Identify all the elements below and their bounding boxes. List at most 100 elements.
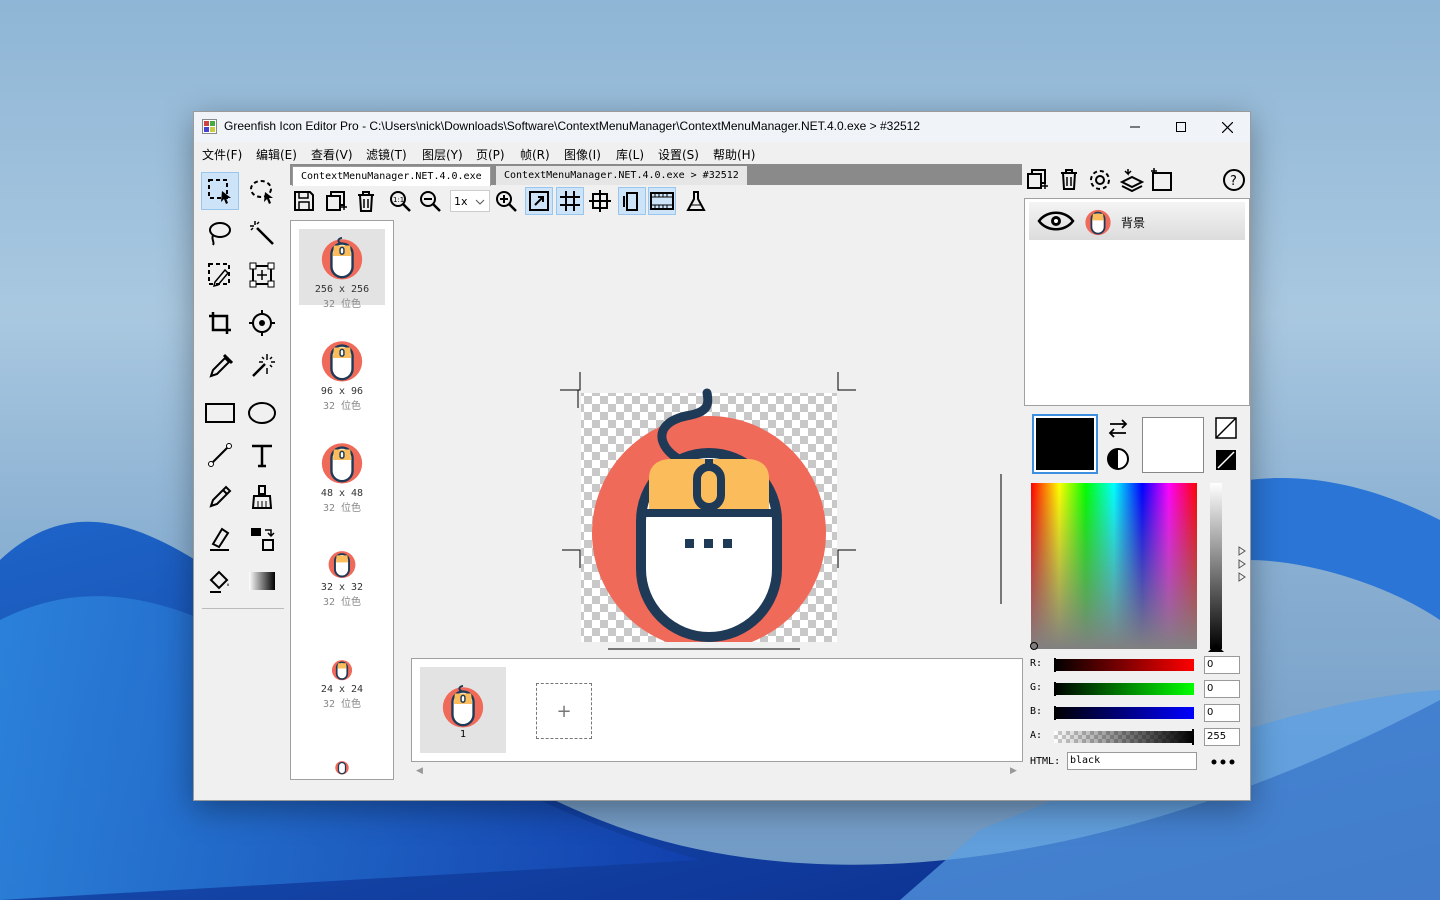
red-input[interactable]: 0 (1204, 656, 1240, 674)
drawing-canvas[interactable] (400, 216, 1006, 650)
trash-icon (358, 191, 374, 212)
rectangle-tool[interactable] (201, 394, 239, 432)
add-frame-button[interactable]: + (536, 683, 592, 739)
menu-edit[interactable]: 编辑(E) (256, 146, 297, 163)
eyedropper-tool[interactable] (201, 346, 239, 384)
menu-page[interactable]: 页(P) (476, 146, 505, 163)
merge-layer-button[interactable] (1119, 168, 1150, 194)
delete-layer-button[interactable] (1058, 168, 1088, 194)
alpha-slider[interactable] (1054, 731, 1194, 743)
layer-properties-button[interactable] (1150, 168, 1180, 194)
zoom-actual-button[interactable]: 1:1 (386, 187, 414, 215)
text-tool[interactable] (243, 436, 281, 474)
crop-tool[interactable] (201, 304, 239, 342)
green-input[interactable]: 0 (1204, 680, 1240, 698)
grid-icon (560, 191, 580, 211)
size-item[interactable]: 256 x 256 32 位色 (299, 229, 385, 310)
swap-colors-tool[interactable] (243, 520, 281, 558)
pages-toggle[interactable] (618, 187, 646, 215)
primary-color-swatch[interactable] (1032, 414, 1098, 474)
size-item[interactable]: 32 x 32 32 位色 (299, 535, 385, 611)
pencil-select-tool[interactable] (201, 256, 239, 294)
menu-frame[interactable]: 帧(R) (520, 146, 550, 163)
palette-expand-arrows[interactable] (1238, 546, 1246, 586)
fit-window-toggle[interactable] (525, 187, 553, 215)
ellipse-tool[interactable] (243, 394, 281, 432)
contrast-icon[interactable] (1106, 447, 1130, 471)
alpha-label: A: (1030, 730, 1043, 741)
chevron-down-icon (475, 199, 485, 205)
scroll-right-arrow[interactable]: ▶ (1010, 766, 1017, 776)
zoom-in-button[interactable] (492, 187, 520, 215)
lasso-tool[interactable] (201, 214, 239, 252)
size-item[interactable]: 96 x 96 32 位色 (299, 331, 385, 412)
size-item[interactable]: 48 x 48 32 位色 (299, 433, 385, 514)
swap-colors-icon[interactable] (1106, 418, 1130, 440)
blue-slider[interactable] (1054, 707, 1194, 719)
menu-file[interactable]: 文件(F) (202, 146, 242, 163)
test-button[interactable] (682, 187, 710, 215)
app-icon (202, 119, 217, 134)
brush-tool[interactable] (243, 478, 281, 516)
eye-icon[interactable] (1037, 210, 1075, 232)
pencil-tool[interactable] (201, 478, 239, 516)
svg-text:?: ? (1230, 174, 1237, 189)
red-slider[interactable] (1054, 659, 1194, 671)
scroll-left-arrow[interactable]: ◀ (416, 766, 423, 776)
canvas-scrollbar-vertical[interactable] (1000, 474, 1002, 604)
blue-input[interactable]: 0 (1204, 704, 1240, 722)
fill-tool[interactable] (201, 562, 239, 600)
menu-filter[interactable]: 滤镜(T) (366, 146, 407, 163)
new-layer-button[interactable] (1026, 168, 1056, 194)
secondary-color-swatch[interactable] (1142, 417, 1204, 473)
menu-library[interactable]: 库(L) (616, 146, 644, 163)
minimize-button[interactable] (1112, 112, 1158, 142)
green-slider[interactable] (1054, 683, 1194, 695)
canvas-scrollbar-horizontal[interactable] (608, 648, 800, 650)
gradient-tool[interactable] (243, 562, 281, 600)
frames-toggle[interactable] (648, 187, 676, 215)
color-spectrum-picker[interactable] (1030, 483, 1197, 650)
pages-icon (623, 192, 638, 211)
help-button[interactable]: ? (1222, 168, 1248, 194)
layer-row[interactable]: 背景 (1029, 202, 1245, 240)
lightness-slider[interactable] (1210, 483, 1222, 649)
alpha-input[interactable]: 255 (1204, 728, 1240, 746)
color-swap-icon (251, 528, 275, 551)
delete-button[interactable] (352, 187, 380, 215)
transform-tool[interactable] (243, 256, 281, 294)
ellipse-select-tool[interactable] (243, 172, 281, 210)
eraser-tool[interactable] (201, 520, 239, 558)
center-guides-button[interactable] (586, 187, 614, 215)
line-tool[interactable] (201, 436, 239, 474)
menu-image[interactable]: 图像(I) (564, 146, 601, 163)
tab-document[interactable]: ContextMenuManager.NET.4.0.exe (292, 166, 491, 186)
tab-resource[interactable]: ContextMenuManager.NET.4.0.exe > #32512 (496, 166, 747, 185)
menu-settings[interactable]: 设置(S) (658, 146, 699, 163)
html-color-input[interactable]: black (1067, 752, 1197, 770)
size-item[interactable]: 24 x 24 32 位色 (299, 637, 385, 713)
rect-select-tool[interactable] (201, 172, 239, 210)
close-button[interactable] (1204, 112, 1250, 142)
inverted-color-icon[interactable] (1215, 449, 1237, 471)
pixel-grid-toggle[interactable] (556, 187, 584, 215)
menu-layer[interactable]: 图层(Y) (422, 146, 463, 163)
trash-icon (1061, 169, 1077, 190)
hotspot-tool[interactable] (243, 304, 281, 342)
maximize-button[interactable] (1158, 112, 1204, 142)
color-replace-tool[interactable] (243, 346, 281, 384)
transparent-color-icon[interactable] (1215, 417, 1237, 439)
menu-help[interactable]: 帮助(H) (713, 146, 755, 163)
layer-settings-button[interactable] (1088, 168, 1118, 194)
save-button[interactable] (290, 187, 318, 215)
menu-view[interactable]: 查看(V) (311, 146, 353, 163)
lightness-slider-thumb[interactable] (1208, 644, 1224, 652)
frame-thumbnail[interactable]: 1 (420, 667, 506, 753)
zoom-select[interactable]: 1x (450, 190, 490, 212)
more-options-icon[interactable] (1211, 759, 1235, 765)
red-label: R: (1030, 658, 1043, 669)
magic-wand-tool[interactable] (243, 214, 281, 252)
zoom-out-button[interactable] (416, 187, 444, 215)
duplicate-button[interactable] (322, 187, 350, 215)
green-label: G: (1030, 682, 1043, 693)
